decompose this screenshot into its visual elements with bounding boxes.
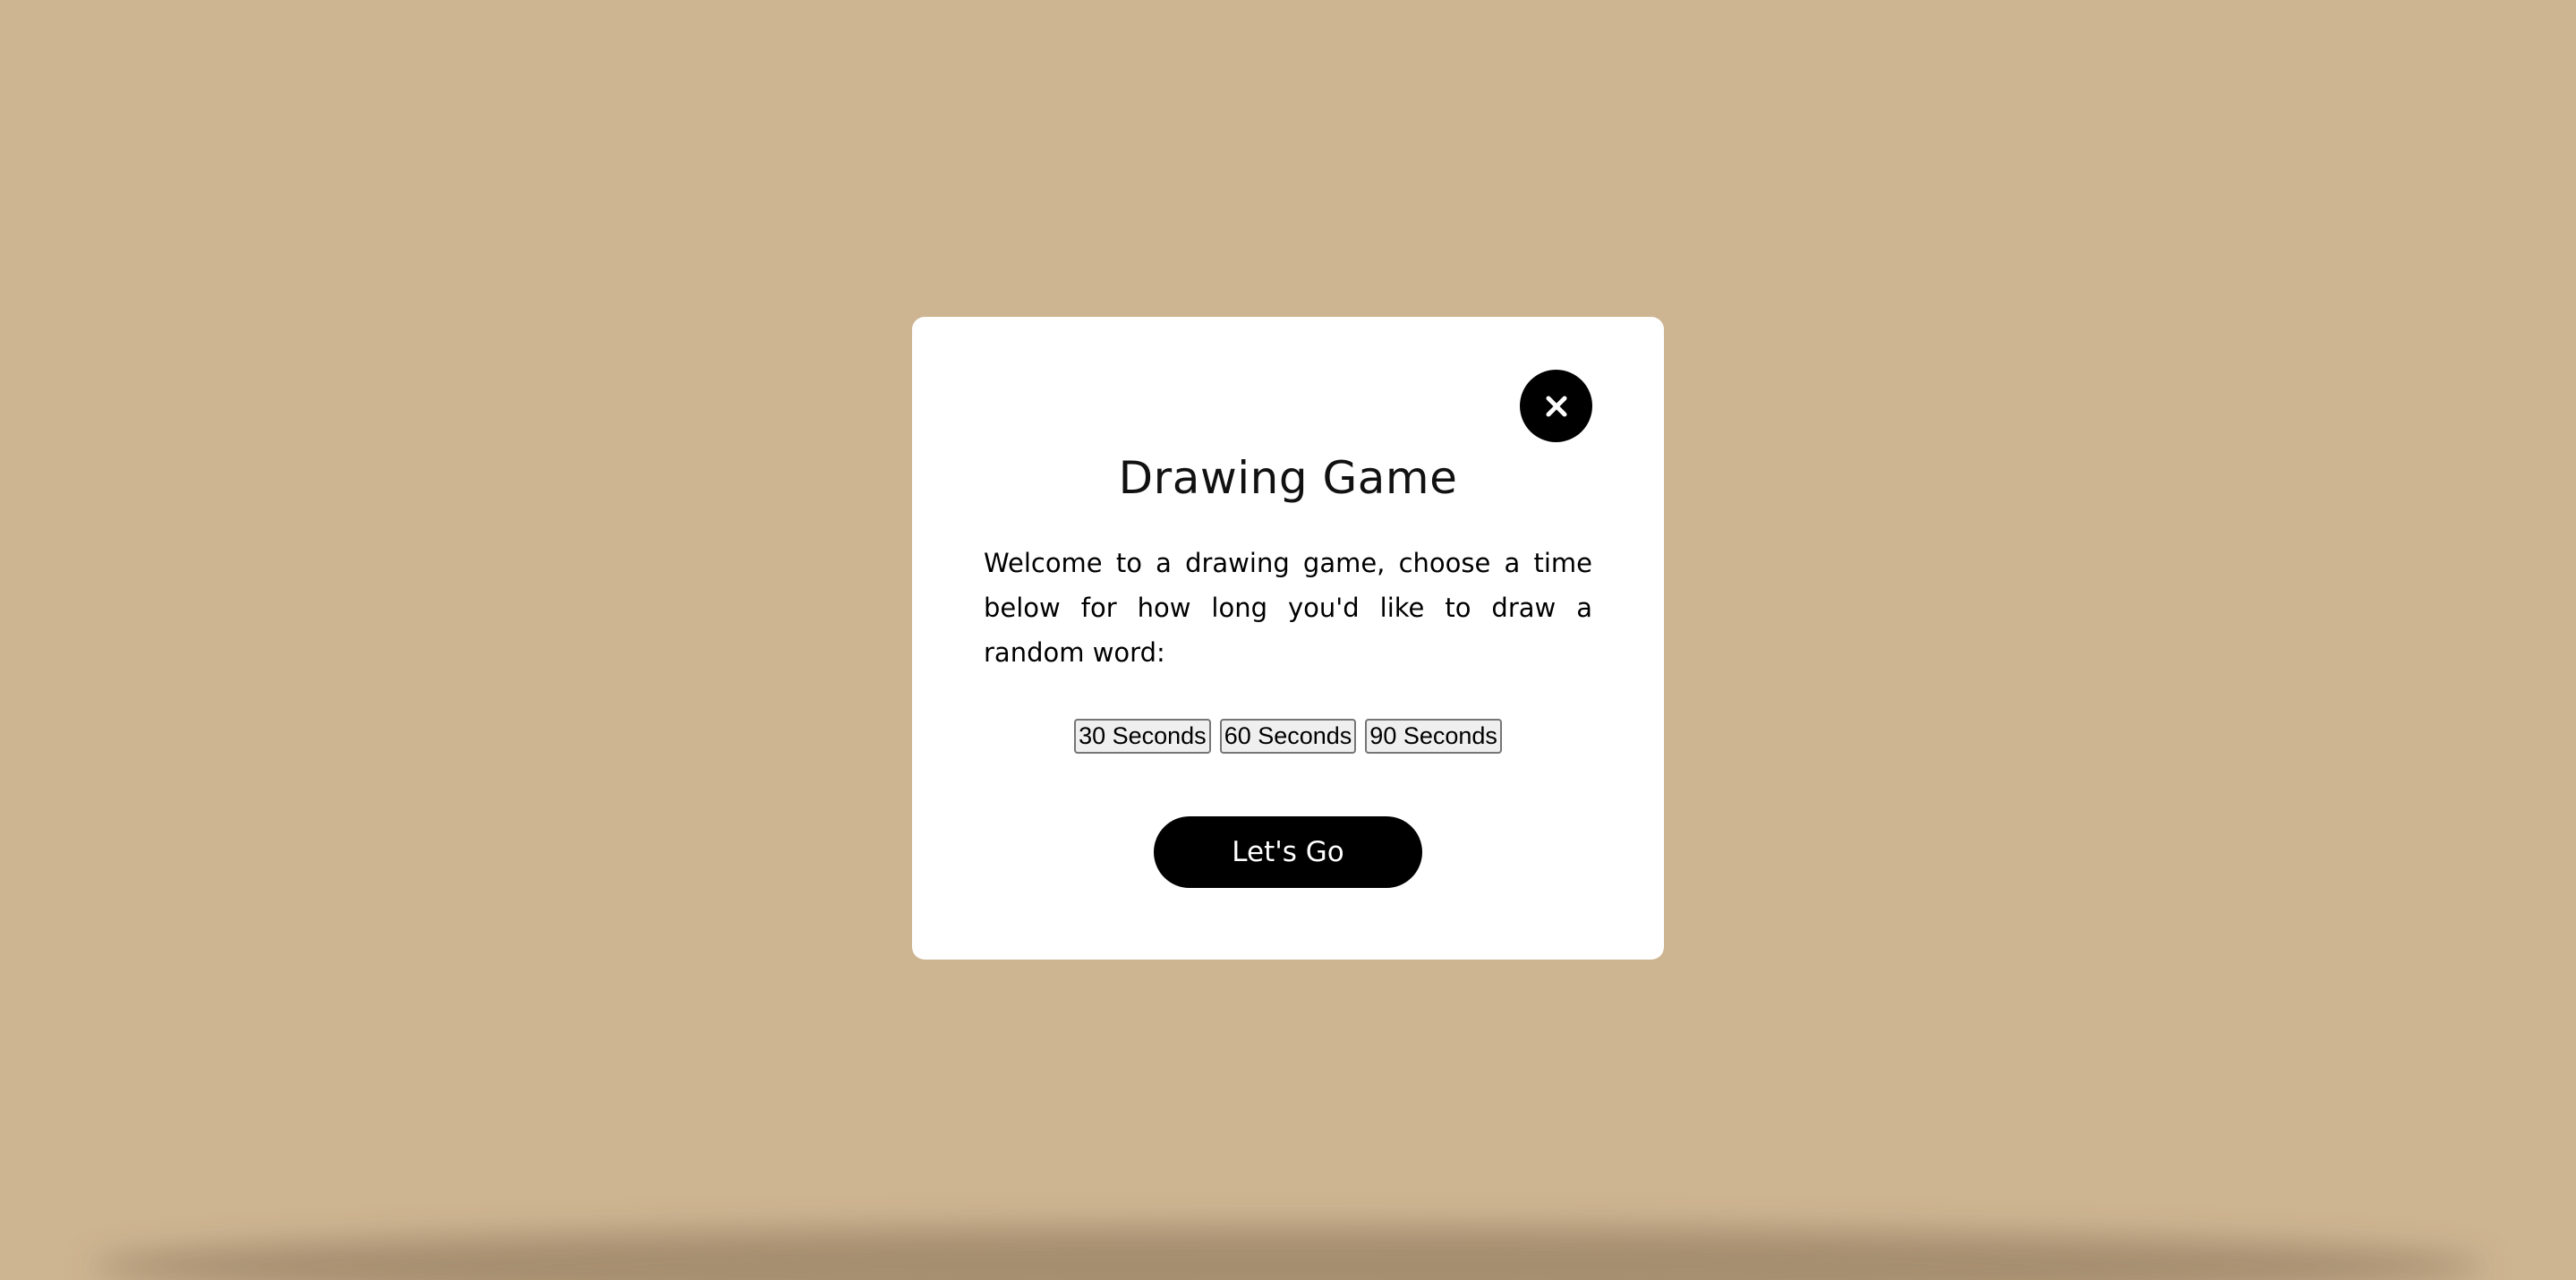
welcome-modal: Drawing Game Welcome to a drawing game, … <box>912 317 1664 960</box>
modal-title: Drawing Game <box>1118 452 1458 504</box>
time-60-seconds-button[interactable]: 60 Seconds <box>1219 719 1357 754</box>
close-icon <box>1543 393 1570 420</box>
time-30-seconds-button[interactable]: 30 Seconds <box>1074 719 1211 754</box>
time-90-seconds-button[interactable]: 90 Seconds <box>1365 719 1502 754</box>
modal-description: Welcome to a drawing game, choose a time… <box>984 548 1592 668</box>
lets-go-button[interactable]: Let's Go <box>1154 816 1422 888</box>
time-options: 30 Seconds 60 Seconds 90 Seconds <box>912 719 1664 754</box>
page-bottom-shadow <box>90 1226 2486 1280</box>
close-button[interactable] <box>1520 370 1592 442</box>
